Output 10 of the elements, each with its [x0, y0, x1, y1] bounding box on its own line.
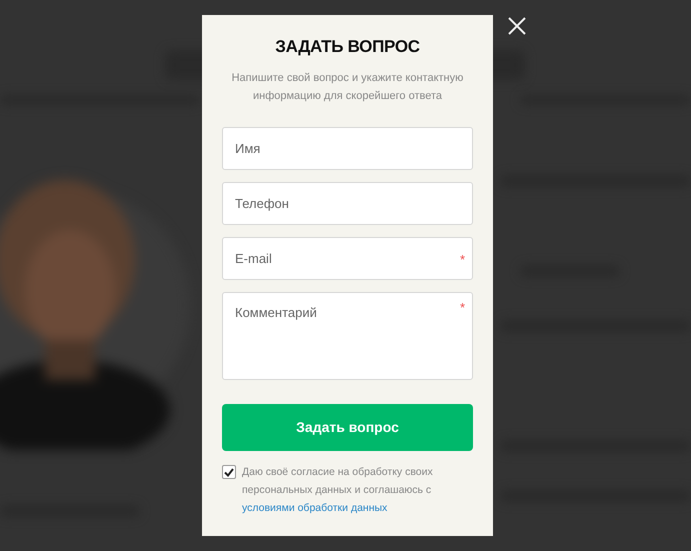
modal-title: ЗАДАТЬ ВОПРОС [274, 37, 421, 58]
terms-link[interactable]: условиями обработки данных [242, 502, 388, 514]
required-mark: * [460, 299, 465, 318]
modal-subtitle: Напишите свой вопрос и укажите контактную информацию для скорейшего ответа [230, 71, 464, 104]
submit-button[interactable]: Задать вопрос [222, 404, 473, 452]
required-mark: * [460, 251, 465, 270]
consent-text: Даю своё согласие на обработку своих персональных данных и соглашаюсь с условиями обработки данных [242, 465, 434, 516]
input-field[interactable]: Телефон [222, 182, 473, 226]
input-field[interactable]: Имя [222, 127, 473, 170]
consent-checkbox[interactable] [222, 465, 236, 480]
